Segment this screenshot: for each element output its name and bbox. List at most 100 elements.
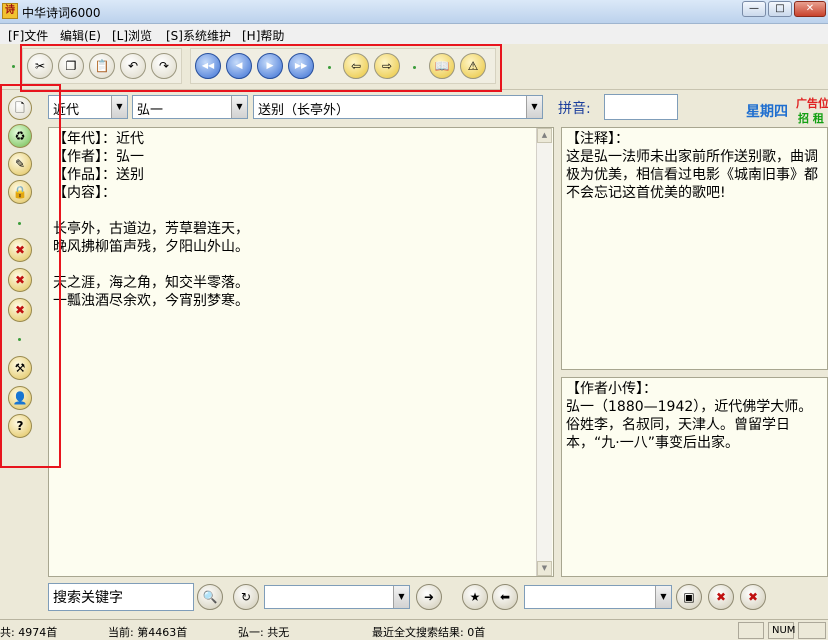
edit-button[interactable]: ✎	[8, 152, 32, 176]
cancel-edit-icon: ✖	[14, 273, 26, 287]
advertisement-banner: 星期四 广告位 招 租	[744, 95, 828, 125]
back-button[interactable]: ⇦	[343, 53, 369, 79]
cut-button[interactable]: ✂	[27, 53, 53, 79]
last-record-button[interactable]: ▶▶	[288, 53, 314, 79]
lock-button[interactable]: 🔒	[8, 180, 32, 204]
book-button[interactable]: 📖	[429, 53, 455, 79]
author-select-value: 弘一	[137, 103, 164, 118]
toolbar: ✂ ❐ 📋 ↶ ↷ ◀◀ ◀ ▶ ▶▶ ⇦ ⇨ 📖 ⚠	[0, 44, 828, 90]
search-history-select[interactable]: ▼	[264, 585, 410, 609]
chevron-down-icon: ▼	[231, 96, 247, 118]
delete-record-button[interactable]: ✖	[8, 268, 32, 292]
recycle-button[interactable]: ♻	[8, 124, 32, 148]
new-document-button[interactable]: 🗋	[8, 96, 32, 120]
new-document-icon: 🗋	[15, 101, 25, 115]
poem-select[interactable]: 送别（长亭外） ▼	[253, 95, 543, 119]
reset-search-button[interactable]: ↻	[233, 584, 259, 610]
search-button[interactable]: 🔍	[197, 584, 223, 610]
maximize-button[interactable]: □	[768, 1, 792, 17]
menu-file[interactable]: [F]文件	[8, 27, 48, 44]
first-record-button[interactable]: ◀◀	[195, 53, 221, 79]
help-button[interactable]: ?	[8, 414, 32, 438]
search-icon: 🔍	[202, 590, 218, 604]
status-search-result: 最近全文搜索结果: 0首	[372, 626, 486, 639]
folder-delete-button[interactable]: ✖	[708, 584, 734, 610]
undo-icon: ↶	[127, 59, 139, 73]
ad-text-weekday: 星期四	[746, 104, 788, 120]
forward-arrow-icon: ⇨	[381, 59, 393, 73]
refresh-search-icon: ↻	[240, 590, 252, 604]
poem-content-panel[interactable]: 【年代】：近代 【作者】：弘一 【作品】：送别 【内容】： 长亭外，古道边，芳草…	[48, 127, 554, 577]
cut-icon: ✂	[34, 59, 46, 73]
chevron-down-icon: ▼	[655, 586, 671, 608]
status-current: 当前: 第4463首	[108, 626, 188, 639]
folder-button[interactable]: ▣	[676, 584, 702, 610]
paste-button[interactable]: 📋	[89, 53, 115, 79]
edit-toolbar-group: ✂ ❐ 📋 ↶ ↷	[22, 48, 182, 84]
warning-button[interactable]: ⚠	[460, 53, 486, 79]
era-select[interactable]: 近代 ▼	[48, 95, 128, 119]
author-bio-panel[interactable]: 【作者小传】： 弘一（1880—1942），近代佛学大师。俗姓李，名叔同，天津人…	[561, 377, 828, 577]
minimize-button[interactable]: —	[742, 1, 766, 17]
menu-help[interactable]: [H]帮助	[242, 27, 284, 44]
cancel-pencil-icon: ✖	[14, 303, 26, 317]
chevron-down-icon: ▼	[526, 96, 542, 118]
redo-button[interactable]: ↷	[151, 53, 177, 79]
recycle-icon: ♻	[14, 129, 26, 143]
bookmark-open-button[interactable]: ⬅	[492, 584, 518, 610]
next-record-icon: ▶	[266, 61, 274, 71]
ad-text-slot: 广告位	[796, 96, 828, 110]
user-button[interactable]: 👤	[8, 386, 32, 410]
search-input[interactable]: 搜索关键字	[48, 583, 194, 611]
user-icon: 👤	[12, 391, 28, 405]
window-title: 中华诗词6000	[22, 6, 101, 20]
next-record-button[interactable]: ▶	[257, 53, 283, 79]
forward-button[interactable]: ⇨	[374, 53, 400, 79]
delete-image-button[interactable]: ✖	[8, 238, 32, 262]
tools-button[interactable]: ⚒	[8, 356, 32, 380]
lock-icon: 🔒	[12, 185, 28, 199]
close-button[interactable]: ✕	[794, 1, 826, 17]
pinyin-input[interactable]	[604, 94, 678, 120]
search-go-icon: ➜	[423, 590, 435, 604]
pencil-edit-icon: ✎	[14, 157, 26, 171]
folder-delete-icon: ✖	[715, 590, 727, 604]
menu-edit[interactable]: 编辑(E)	[60, 27, 101, 44]
poem-scrollbar[interactable]: ▲ ▼	[536, 128, 552, 576]
bookmark-select[interactable]: ▼	[524, 585, 672, 609]
toolbar-separator	[328, 66, 331, 69]
notes-panel[interactable]: 【注释】： 这是弘一法师未出家前所作送别歌，曲调极为优美，相信看过电影《城南旧事…	[561, 127, 828, 370]
redo-icon: ↷	[158, 59, 170, 73]
folder-clear-icon: ✖	[747, 590, 759, 604]
search-go-button[interactable]: ➜	[416, 584, 442, 610]
menu-system[interactable]: [S]系统维护	[166, 27, 231, 44]
previous-record-icon: ◀	[235, 61, 243, 71]
menu-browse[interactable]: [L]浏览	[112, 27, 152, 44]
pinyin-label: 拼音:	[558, 101, 591, 117]
title-bar: 诗 中华诗词6000 — □ ✕	[0, 0, 828, 24]
ad-text-rent: 招 租	[798, 111, 824, 125]
bookmark-open-icon: ⬅	[499, 590, 511, 604]
copy-button[interactable]: ❐	[58, 53, 84, 79]
chevron-down-icon: ▼	[393, 586, 409, 608]
status-author-count: 弘一: 共无	[238, 626, 290, 639]
bookmark-add-button[interactable]: ★	[462, 584, 488, 610]
side-toolbar: 🗋 ♻ ✎ 🔒 ✖ ✖ ✖ ⚒ 👤 ?	[0, 92, 44, 616]
previous-record-button[interactable]: ◀	[226, 53, 252, 79]
scroll-down-icon[interactable]: ▼	[537, 561, 552, 576]
cancel-image-icon: ✖	[14, 243, 26, 257]
back-arrow-icon: ⇦	[350, 59, 362, 73]
poem-select-value: 送别（长亭外）	[258, 103, 350, 118]
undo-button[interactable]: ↶	[120, 53, 146, 79]
side-separator	[18, 338, 21, 341]
folder-icon: ▣	[683, 590, 695, 604]
author-select[interactable]: 弘一 ▼	[132, 95, 248, 119]
bookmark-add-icon: ★	[469, 590, 481, 604]
scroll-up-icon[interactable]: ▲	[537, 128, 552, 143]
folder-clear-button[interactable]: ✖	[740, 584, 766, 610]
delete-note-button[interactable]: ✖	[8, 298, 32, 322]
status-total: 共: 4974首	[0, 626, 58, 639]
num-lock-indicator: NUM	[768, 622, 795, 639]
status-bar: 共: 4974首 当前: 第4463首 弘一: 共无 最近全文搜索结果: 0首 …	[0, 619, 828, 640]
menu-bar: [F]文件 编辑(E) [L]浏览 [S]系统维护 [H]帮助	[0, 24, 828, 44]
